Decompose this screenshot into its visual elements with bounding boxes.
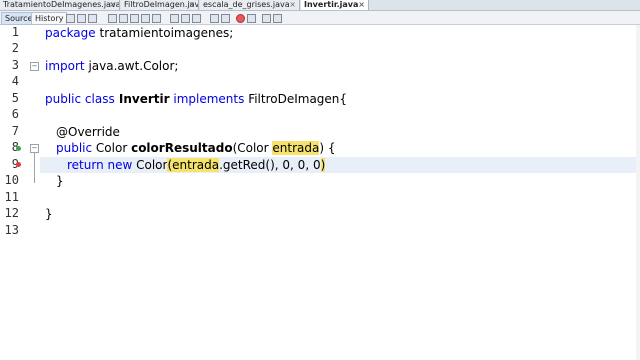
code-text: java.awt.Color; bbox=[84, 59, 179, 73]
tab-label: Invertir.java bbox=[304, 0, 359, 9]
code-text: ) { bbox=[319, 141, 336, 155]
code-text: ), 0, 0, 0 bbox=[270, 158, 321, 172]
forward-icon[interactable] bbox=[88, 14, 97, 23]
annotation: @Override bbox=[56, 125, 120, 139]
line-number: 7 bbox=[11, 124, 19, 138]
code-line-8: public Color colorResultado(Color entrad… bbox=[56, 140, 335, 156]
toggle-bookmark-icon[interactable] bbox=[170, 14, 179, 23]
line-number: 6 bbox=[11, 107, 19, 121]
code-text: .getRed( bbox=[219, 158, 271, 172]
keyword: public bbox=[56, 141, 93, 155]
back-icon[interactable] bbox=[77, 14, 86, 23]
override-marker-icon[interactable] bbox=[16, 146, 21, 151]
shift-right-icon[interactable] bbox=[221, 14, 230, 23]
code-text: } bbox=[45, 207, 53, 221]
editor-tab-bar: TratamientoDeImagenes.java × FiltroDeImag… bbox=[0, 0, 640, 11]
previous-bookmark-icon[interactable] bbox=[181, 14, 190, 23]
code-text: Color bbox=[132, 158, 168, 172]
code-text: tratamientoimagenes; bbox=[95, 26, 234, 40]
vertical-scrollbar[interactable] bbox=[636, 25, 640, 360]
line-number-gutter: 1 2 3 4 5 6 7 8 9 10 11 12 13 − − bbox=[0, 25, 40, 360]
line-number: 5 bbox=[11, 91, 19, 105]
keyword: return new bbox=[67, 158, 133, 172]
line-number: 2 bbox=[11, 41, 19, 55]
find-next-icon[interactable] bbox=[130, 14, 139, 23]
close-icon[interactable]: × bbox=[358, 0, 365, 10]
code-area[interactable]: package tratamientoimagenes; import java… bbox=[40, 25, 636, 360]
last-edit-icon[interactable] bbox=[66, 14, 75, 23]
code-line-9: return new Color(entrada.getRed(), 0, 0,… bbox=[67, 157, 326, 173]
history-button[interactable]: History bbox=[31, 12, 68, 25]
toggle-highlight-icon[interactable] bbox=[152, 14, 161, 23]
code-editor[interactable]: 1 2 3 4 5 6 7 8 9 10 11 12 13 − − packag… bbox=[0, 25, 640, 360]
keyword: import bbox=[45, 59, 85, 73]
tab-filtrodeimagen[interactable]: FiltroDeImagen.java × bbox=[121, 0, 199, 10]
fold-guide-line bbox=[34, 153, 35, 183]
tab-tratamientodeimagenes[interactable]: TratamientoDeImagenes.java × bbox=[0, 0, 120, 10]
code-text: (Color bbox=[232, 141, 273, 155]
matching-paren: ) bbox=[320, 158, 326, 172]
line-number: 4 bbox=[11, 74, 19, 88]
keyword: implements bbox=[169, 92, 245, 106]
editor-toolbar: Source History bbox=[0, 11, 640, 25]
fold-toggle-icon[interactable]: − bbox=[30, 144, 39, 153]
line-number: 11 bbox=[4, 190, 19, 204]
close-icon[interactable]: × bbox=[289, 0, 296, 10]
code-text: Color bbox=[92, 141, 132, 155]
comment-icon[interactable] bbox=[262, 14, 271, 23]
class-name: Invertir bbox=[114, 92, 170, 106]
start-macro-icon[interactable] bbox=[236, 14, 245, 23]
next-bookmark-icon[interactable] bbox=[192, 14, 201, 23]
parameter: entrada bbox=[172, 158, 220, 172]
fold-toggle-icon[interactable]: − bbox=[30, 62, 39, 71]
line-number: 1 bbox=[11, 25, 19, 39]
close-icon[interactable]: × bbox=[109, 0, 116, 10]
breakpoint-error-icon[interactable] bbox=[16, 162, 21, 167]
keyword: public class bbox=[45, 92, 115, 106]
tab-escala-de-grises[interactable]: escala_de_grises.java × bbox=[200, 0, 300, 10]
tab-label: escala_de_grises.java bbox=[203, 0, 290, 9]
keyword: package bbox=[45, 26, 96, 40]
line-number: 13 bbox=[4, 223, 19, 237]
find-icon[interactable] bbox=[108, 14, 117, 23]
line-number: 12 bbox=[4, 206, 19, 220]
code-line-1: package tratamientoimagenes; bbox=[45, 25, 233, 41]
tab-invertir[interactable]: Invertir.java × bbox=[301, 0, 369, 10]
code-line-12: } bbox=[45, 206, 53, 222]
find-previous-icon[interactable] bbox=[119, 14, 128, 23]
code-line-3: import java.awt.Color; bbox=[45, 58, 178, 74]
parameter: entrada bbox=[272, 141, 320, 155]
tab-label: TratamientoDeImagenes.java bbox=[3, 0, 120, 9]
code-text: FiltroDeImagen{ bbox=[244, 92, 348, 106]
stop-macro-icon[interactable] bbox=[247, 14, 256, 23]
find-selection-icon[interactable] bbox=[141, 14, 150, 23]
code-line-5: public class Invertir implements FiltroD… bbox=[45, 91, 347, 107]
uncomment-icon[interactable] bbox=[273, 14, 282, 23]
method-name: colorResultado bbox=[131, 141, 233, 155]
line-number: 10 bbox=[4, 173, 19, 187]
code-line-7: @Override bbox=[56, 124, 120, 140]
code-text: } bbox=[56, 174, 64, 188]
close-icon[interactable]: × bbox=[188, 0, 195, 10]
line-number: 3 bbox=[11, 58, 19, 72]
code-line-10: } bbox=[56, 173, 64, 189]
shift-left-icon[interactable] bbox=[210, 14, 219, 23]
